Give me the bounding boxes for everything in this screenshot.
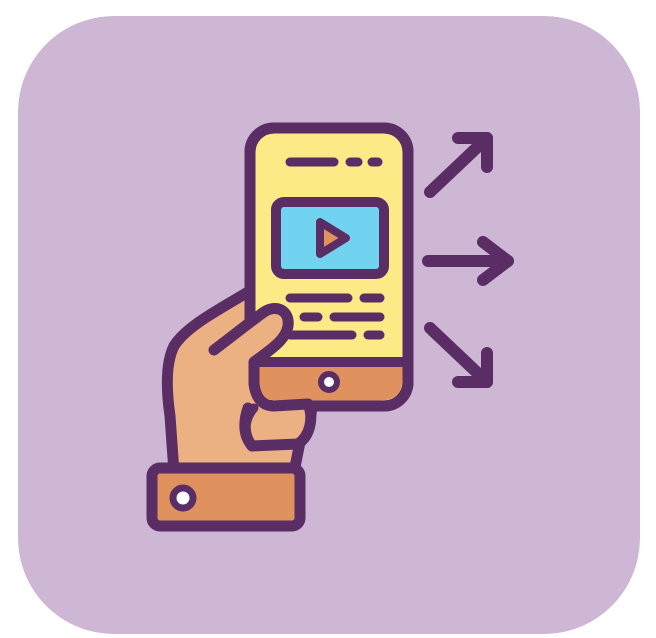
home-button-icon	[318, 371, 340, 393]
sleeve-cuff-icon	[146, 462, 306, 532]
cuff-button-icon	[169, 484, 197, 512]
smartphone-icon	[244, 122, 414, 412]
share-video-icon	[18, 16, 640, 634]
app-icon-tile[interactable]	[18, 16, 640, 634]
